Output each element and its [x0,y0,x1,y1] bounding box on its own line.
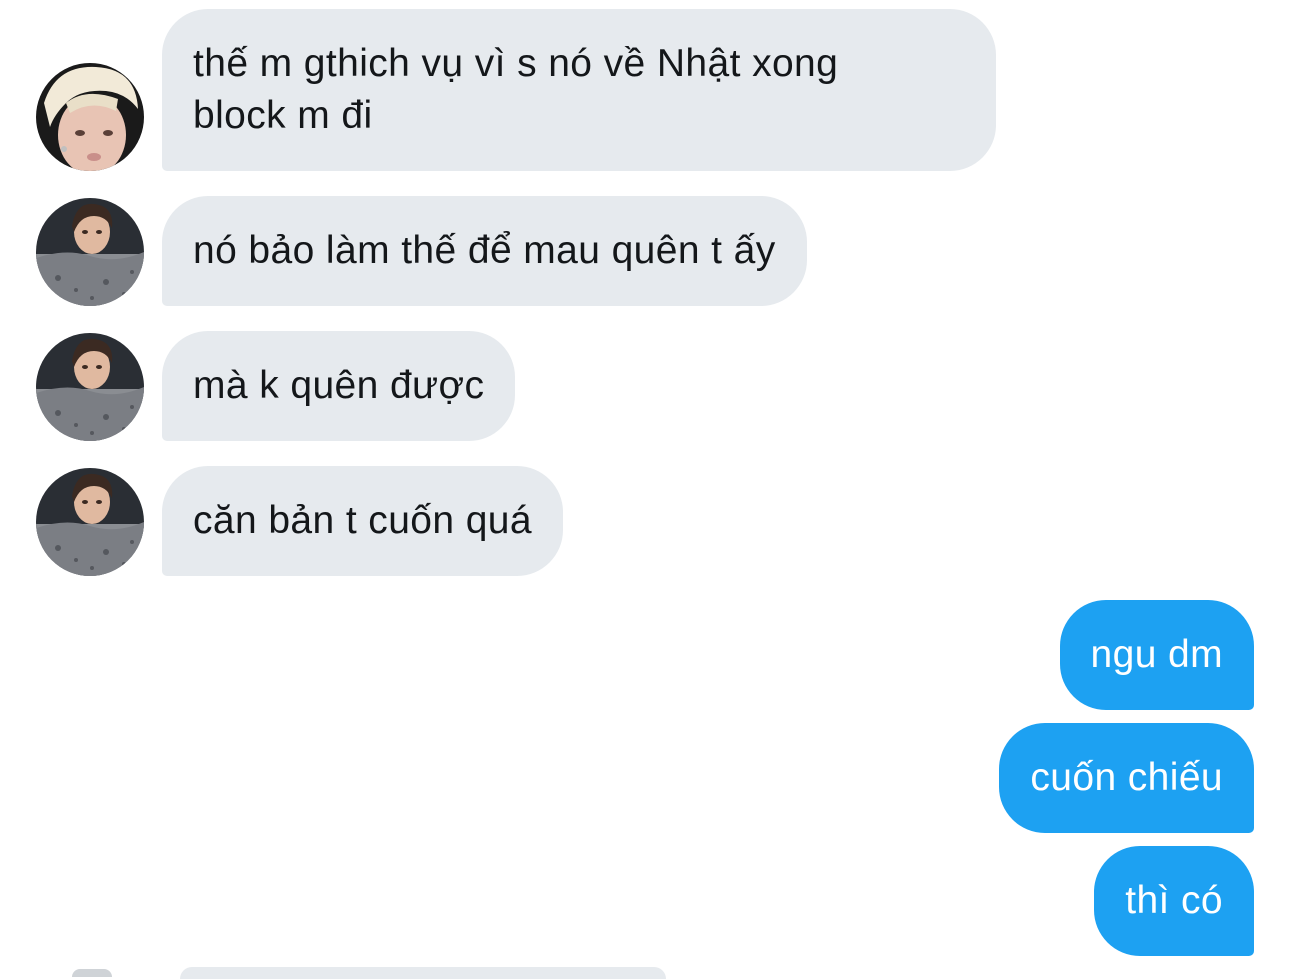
sender-avatar[interactable] [36,468,144,576]
incoming-message-bubble[interactable]: thế m gthich vụ vì s nó về Nhật xong blo… [162,9,996,171]
outgoing-message-bubble[interactable]: cuốn chiếu [999,723,1254,833]
message-text: ngu dm [1090,633,1223,676]
avatar-blonde-photo-icon [36,63,144,171]
incoming-message-bubble[interactable]: nó bảo làm thế để mau quên t ấy [162,196,807,306]
message-text: mà k quên được [193,364,485,407]
next-message-bubble-partial [180,967,666,979]
message-text: căn bản t cuốn quá [193,499,532,542]
incoming-message-bubble[interactable]: mà k quên được [162,331,516,441]
next-avatar-partial [72,969,112,977]
sender-avatar[interactable] [36,63,144,171]
outgoing-message-bubble[interactable]: ngu dm [1059,600,1254,710]
incoming-message-bubble[interactable]: căn bản t cuốn quá [162,466,563,576]
avatar-dark-hair-photo-icon [36,333,144,441]
message-text: nó bảo làm thế để mau quên t ấy [193,229,776,272]
message-text-line: thế m gthich vụ vì s nó về Nhật xong [193,42,839,85]
sender-avatar[interactable] [36,198,144,306]
sender-avatar[interactable] [36,333,144,441]
message-text-line: block m đi [193,94,373,137]
outgoing-message-bubble[interactable]: thì có [1094,846,1254,956]
message-text: cuốn chiếu [1030,756,1223,799]
avatar-dark-hair-photo-icon [36,468,144,576]
avatar-dark-hair-photo-icon [36,198,144,306]
message-text: thì có [1125,879,1223,922]
